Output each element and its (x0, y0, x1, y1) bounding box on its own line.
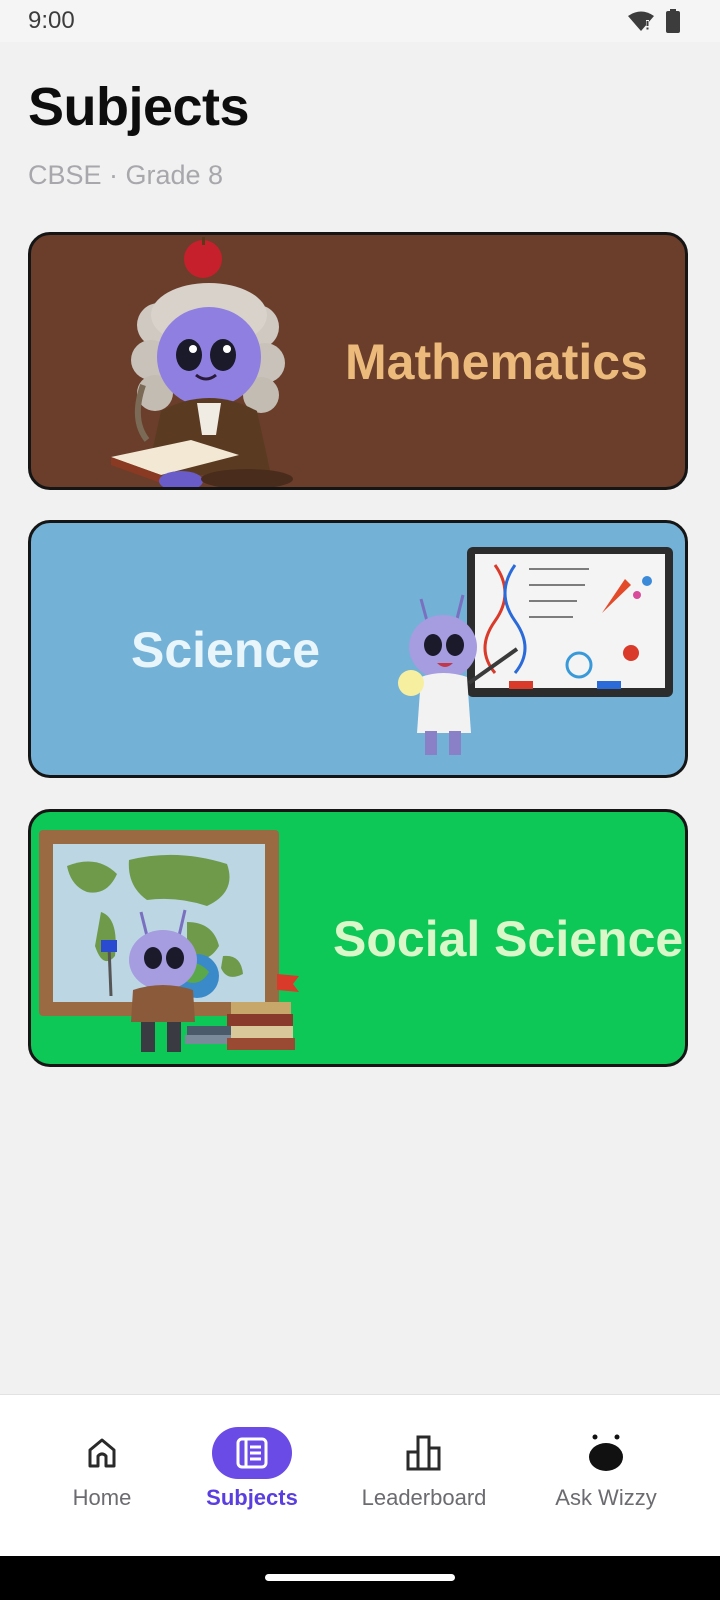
bottom-navigation: Home Subjects Leaderboard Ask Wizzy (0, 1394, 720, 1557)
page-subtitle: CBSE · Grade 8 (28, 160, 224, 190)
subject-label: Social Science (333, 911, 684, 967)
subject-label: Mathematics (345, 334, 648, 390)
nav-item-leaderboard[interactable]: Leaderboard (339, 1395, 509, 1525)
page-title: Subjects (28, 77, 250, 137)
nav-item-home[interactable]: Home (17, 1395, 187, 1525)
nav-label: Leaderboard (361, 1485, 487, 1510)
wifi-icon (628, 10, 654, 37)
nav-icon-container (62, 1427, 142, 1479)
nav-icon-container (212, 1427, 292, 1479)
system-gesture-area (0, 1556, 720, 1600)
nav-icon-container (384, 1427, 464, 1479)
social-science-mascot-illustration (39, 830, 299, 1052)
nav-label: Subjects (206, 1485, 298, 1510)
nav-label: Ask Wizzy (555, 1485, 657, 1510)
nav-item-ask-wizzy[interactable]: Ask Wizzy (521, 1395, 691, 1525)
subject-card-mathematics[interactable]: Mathematics (28, 232, 688, 490)
science-mascot-illustration (398, 547, 673, 755)
bar-chart-icon (406, 1435, 441, 1471)
subject-label: Science (131, 622, 321, 678)
status-icons (628, 9, 680, 38)
nav-item-subjects[interactable]: Subjects (167, 1395, 337, 1525)
battery-icon (666, 9, 680, 38)
subject-card-science[interactable]: Science (28, 520, 688, 778)
status-bar: 9:00 (0, 0, 720, 42)
subject-card-social-science[interactable]: Social Science (28, 809, 688, 1067)
home-gesture-bar[interactable] (265, 1574, 455, 1581)
home-icon (88, 1438, 116, 1468)
nav-icon-container (566, 1427, 646, 1479)
mathematics-mascot-illustration (111, 237, 293, 487)
wizzy-icon (589, 1434, 623, 1471)
nav-label: Home (72, 1485, 132, 1510)
book-icon (236, 1437, 268, 1469)
status-time: 9:00 (28, 7, 75, 34)
